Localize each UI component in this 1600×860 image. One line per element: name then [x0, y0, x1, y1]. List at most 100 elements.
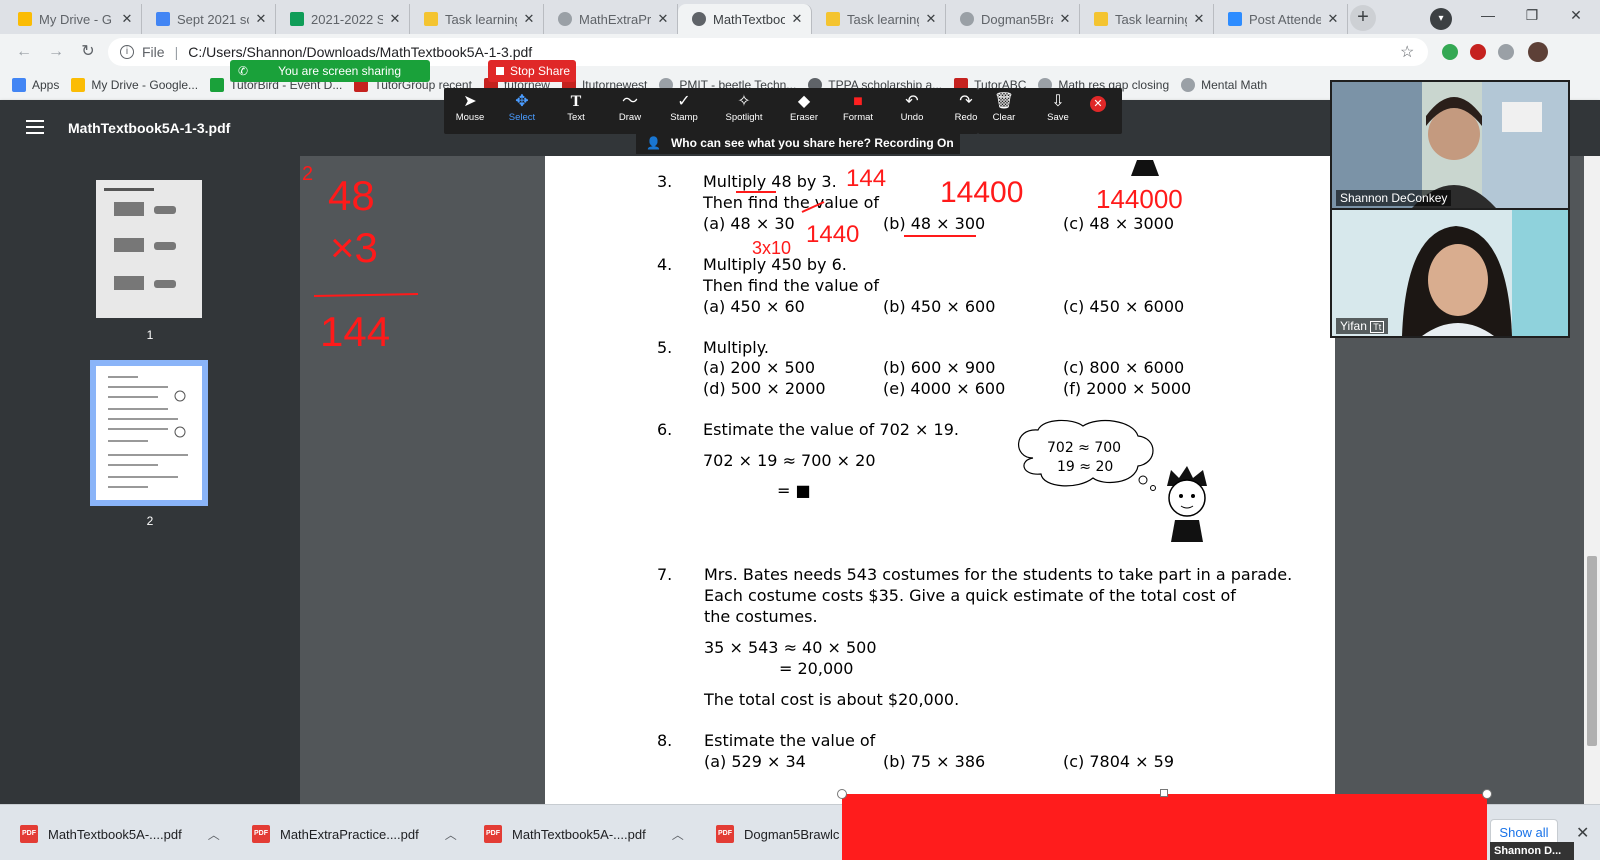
selection-handle[interactable] — [837, 789, 847, 799]
tool-eraser[interactable]: ◆ Eraser — [778, 92, 830, 132]
tool-draw[interactable]: 〜 Draw — [604, 92, 656, 132]
new-tab-button[interactable]: + — [1350, 5, 1376, 31]
apps-grid-icon — [12, 78, 26, 92]
video-tile-yifan[interactable]: Yifan Tt — [1332, 210, 1568, 336]
bookmark-apps[interactable]: Apps — [12, 78, 59, 92]
close-tab-icon[interactable]: ✕ — [789, 11, 805, 27]
tab-task-learning-1[interactable]: Task learning ✕ — [410, 4, 544, 34]
restore-icon[interactable]: ❐ — [1510, 0, 1554, 32]
annotation-left-top: 48 — [328, 172, 375, 219]
active-speaker-label: Shannon D... — [1490, 842, 1574, 860]
draw-squiggle-icon: 〜 — [621, 93, 638, 110]
undo-icon: ↶ — [905, 93, 919, 110]
reload-icon[interactable]: ↻ — [76, 40, 100, 64]
video-tile-shannon[interactable]: Shannon DeConkey — [1332, 82, 1568, 208]
browser-tab-strip: My Drive - G ✕ Sept 2021 sc ✕ 2021-2022 … — [0, 0, 1600, 34]
google-docs-icon — [156, 12, 170, 26]
pdf-title: MathTextbook5A-1-3.pdf — [68, 120, 231, 136]
close-tab-icon[interactable]: ✕ — [253, 11, 269, 27]
tab-math-extra[interactable]: MathExtraPr ✕ — [544, 4, 678, 34]
close-tab-icon[interactable]: ✕ — [1191, 11, 1207, 27]
page-thumbnail-1[interactable] — [96, 180, 202, 318]
close-annotation-icon[interactable]: ✕ — [1090, 96, 1106, 112]
back-icon[interactable]: ← — [12, 40, 36, 64]
tool-stamp[interactable]: ✓ Stamp — [658, 92, 710, 132]
tab-my-drive[interactable]: My Drive - G ✕ — [4, 4, 142, 34]
close-tab-icon[interactable]: ✕ — [119, 11, 135, 27]
annotation-1440: 1440 — [806, 221, 859, 248]
tab-dogman[interactable]: Dogman5Bra ✕ — [946, 4, 1080, 34]
minimize-icon[interactable]: — — [1466, 0, 1510, 32]
close-tab-icon[interactable]: ✕ — [655, 11, 671, 27]
close-tab-icon[interactable]: ✕ — [387, 11, 403, 27]
recording-notice[interactable]: 👤 Who can see what you share here? Recor… — [636, 132, 960, 154]
profile-avatar[interactable] — [1528, 42, 1548, 62]
extension-green-icon[interactable] — [1442, 44, 1458, 60]
tool-undo[interactable]: ↶ Undo — [886, 92, 938, 132]
tab-search-icon[interactable]: ▾ — [1430, 8, 1452, 30]
screen-sharing-label: You are screen sharing — [278, 64, 402, 78]
participant-name-yifan-tag: Yifan Tt — [1336, 318, 1389, 334]
close-tab-icon[interactable]: ✕ — [923, 11, 939, 27]
tool-select[interactable]: ✥ Select — [496, 92, 548, 132]
chevron-up-icon[interactable]: ︿ — [445, 826, 457, 843]
scrollbar-thumb[interactable] — [1587, 556, 1597, 746]
phone-icon: ✆ — [238, 64, 249, 78]
annotation-14400: 14400 — [940, 176, 1023, 209]
close-tab-icon[interactable]: ✕ — [1325, 11, 1341, 27]
google-drive-icon — [71, 78, 86, 92]
annotation-144: 144 — [846, 165, 886, 192]
thumbnail-sidebar: 1 2 — [0, 156, 300, 804]
google-sheets-icon — [290, 12, 304, 26]
tool-mouse[interactable]: ➤ Mouse — [444, 92, 496, 132]
tab-math-textbook[interactable]: MathTextboo ✕ — [678, 4, 812, 34]
tab-post-attendee[interactable]: Post Attende ✕ — [1214, 4, 1348, 34]
tab-sept-2021[interactable]: Sept 2021 sc ✕ — [142, 4, 276, 34]
tab-task-learning-3[interactable]: Task learning ✕ — [1080, 4, 1214, 34]
stop-share-button[interactable]: Stop Share — [488, 60, 576, 82]
tab-2021-2022[interactable]: 2021-2022 S ✕ — [276, 4, 410, 34]
download-item-3[interactable]: PDF MathTextbook5A-....pdf ︿ — [484, 819, 684, 849]
close-downloads-icon[interactable]: ✕ — [1576, 823, 1589, 843]
annotation-toolbar: ➤ Mouse ✥ Select T Text 〜 Draw ✓ Stamp ✧ Spotl… — [444, 88, 978, 134]
download-item-2[interactable]: PDF MathExtraPractice....pdf ︿ — [252, 819, 457, 849]
vertical-scrollbar[interactable] — [1584, 156, 1600, 804]
page-thumbnail-2[interactable] — [90, 360, 208, 506]
trash-icon: 🗑 — [993, 93, 1015, 110]
globe-icon — [960, 12, 974, 26]
bookmark-star-icon[interactable]: ☆ — [1400, 42, 1414, 62]
info-icon[interactable]: i — [120, 45, 134, 59]
bookmark-mental-math[interactable]: Mental Math — [1181, 78, 1267, 92]
eraser-icon: ◆ — [797, 93, 811, 110]
annotation-stray: 2 — [302, 163, 313, 185]
extensions-puzzle-icon[interactable] — [1498, 44, 1514, 60]
tool-format[interactable]: ■ Format — [832, 92, 884, 132]
download-item-4[interactable]: PDF Dogman5Brawlc — [716, 819, 839, 849]
tool-spotlight[interactable]: ✧ Spotlight — [718, 92, 770, 132]
pdf-file-icon: PDF — [716, 825, 734, 843]
close-window-icon[interactable]: ✕ — [1554, 0, 1598, 32]
drawn-red-rectangle[interactable] — [842, 794, 1487, 860]
forward-icon[interactable]: → — [44, 40, 68, 64]
tool-clear[interactable]: 🗑 Clear — [978, 92, 1030, 132]
bookmark-my-drive[interactable]: My Drive - Google... — [71, 78, 198, 92]
ublock-icon[interactable] — [1470, 44, 1486, 60]
select-move-icon: ✥ — [515, 93, 529, 110]
tab-task-learning-2[interactable]: Task learning ✕ — [812, 4, 946, 34]
chevron-up-icon[interactable]: ︿ — [672, 826, 684, 843]
download-item-1[interactable]: PDF MathTextbook5A-....pdf ︿ — [20, 819, 220, 849]
format-color-icon: ■ — [853, 93, 863, 110]
chevron-up-icon[interactable]: ︿ — [208, 826, 220, 843]
selection-handle[interactable] — [1482, 789, 1492, 799]
page-icon — [826, 12, 840, 26]
globe-icon — [558, 12, 572, 26]
tutorbird-icon — [210, 78, 225, 92]
close-tab-icon[interactable]: ✕ — [521, 11, 537, 27]
selection-handle[interactable] — [1160, 789, 1168, 797]
tool-save[interactable]: ⇩ Save — [1032, 92, 1084, 132]
tool-text[interactable]: T Text — [550, 92, 602, 132]
close-tab-icon[interactable]: ✕ — [1057, 11, 1073, 27]
menu-icon[interactable] — [26, 120, 44, 134]
thumbnail-1-preview — [104, 188, 176, 290]
screen-sharing-indicator: ✆ You are screen sharing — [230, 60, 430, 82]
